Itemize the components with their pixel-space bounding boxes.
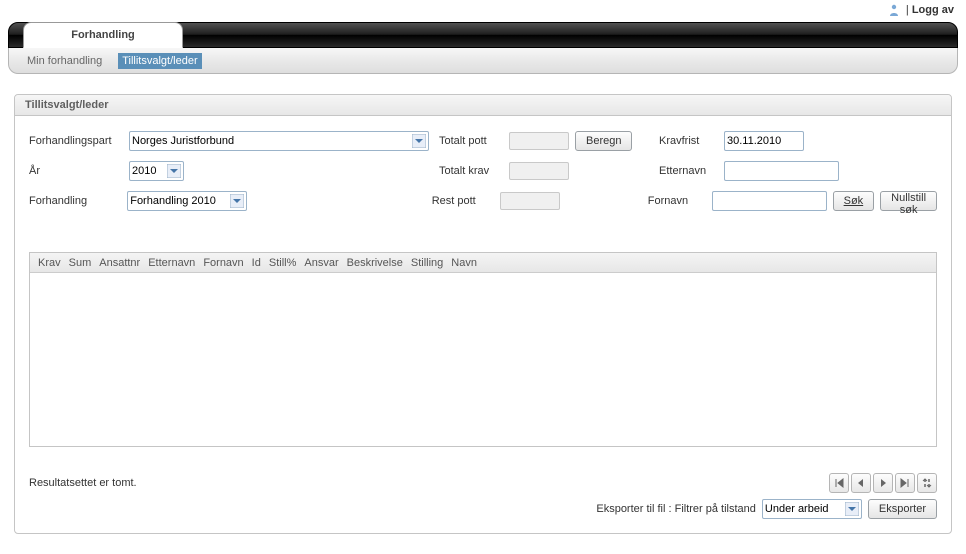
panel-title: Tillitsvalgt/leder [15,95,951,116]
pager-last-button[interactable] [895,473,915,493]
col-stilling[interactable]: Stilling [407,257,447,269]
col-stillpct[interactable]: Still% [265,257,301,269]
sok-button[interactable]: Søk [833,191,875,211]
pager-prev-button[interactable] [851,473,871,493]
subtab-min-forhandling[interactable]: Min forhandling [23,53,106,69]
field-rest-pott [500,192,560,210]
col-id[interactable]: Id [248,257,265,269]
label-forhandling: Forhandling [29,195,127,207]
col-fornavn[interactable]: Fornavn [199,257,247,269]
tab-forhandling[interactable]: Forhandling [23,22,183,48]
logout-link[interactable]: Logg av [912,4,954,16]
select-forhandlingspart[interactable]: Norges Juristforbund [129,131,429,151]
main-tabstrip: Forhandling [8,22,958,48]
etternavn-input[interactable] [724,161,839,181]
col-krav[interactable]: Krav [34,257,65,269]
field-totalt-pott [509,132,569,150]
user-icon [889,4,899,16]
pager-first-button[interactable] [829,473,849,493]
pager [829,473,937,493]
kravfrist-input[interactable] [724,131,804,151]
pager-refresh-button[interactable] [917,473,937,493]
export-filter-select[interactable]: Under arbeid [762,499,862,519]
eksporter-button[interactable]: Eksporter [868,499,937,519]
field-totalt-krav [509,162,569,180]
subtab-tillitsvalgt-leder[interactable]: Tillitsvalgt/leder [118,53,201,69]
col-ansattnr[interactable]: Ansattnr [95,257,144,269]
pager-next-button[interactable] [873,473,893,493]
label-rest-pott: Rest pott [432,195,501,207]
beregn-button[interactable]: Beregn [575,131,632,151]
status-message: Resultatsettet er tomt. [29,477,137,489]
col-beskrivelse[interactable]: Beskrivelse [343,257,407,269]
subtab-bar: Min forhandling Tillitsvalgt/leder [8,48,958,74]
export-label: Eksporter til fil : Filtrer på tilstand [596,503,756,515]
col-ansvar[interactable]: Ansvar [300,257,342,269]
select-aar[interactable]: 2010 [129,161,184,181]
col-navn[interactable]: Navn [447,257,481,269]
grid-header-row: Krav Sum Ansattnr Etternavn Fornavn Id S… [30,253,936,273]
label-aar: År [29,165,129,177]
label-totalt-pott: Totalt pott [439,135,509,147]
col-sum[interactable]: Sum [65,257,96,269]
select-forhandling[interactable]: Forhandling 2010 [127,191,247,211]
fornavn-input[interactable] [712,191,827,211]
results-grid: Krav Sum Ansattnr Etternavn Fornavn Id S… [29,252,937,447]
label-totalt-krav: Totalt krav [439,165,509,177]
label-fornavn: Fornavn [648,195,712,207]
nullstill-sok-button[interactable]: Nullstill søk [880,191,937,211]
label-forhandlingspart: Forhandlingspart [29,135,129,147]
main-panel: Tillitsvalgt/leder Forhandlingspart Norg… [14,94,952,534]
label-kravfrist: Kravfrist [659,135,724,147]
label-etternavn: Etternavn [659,165,724,177]
col-etternavn[interactable]: Etternavn [144,257,199,269]
